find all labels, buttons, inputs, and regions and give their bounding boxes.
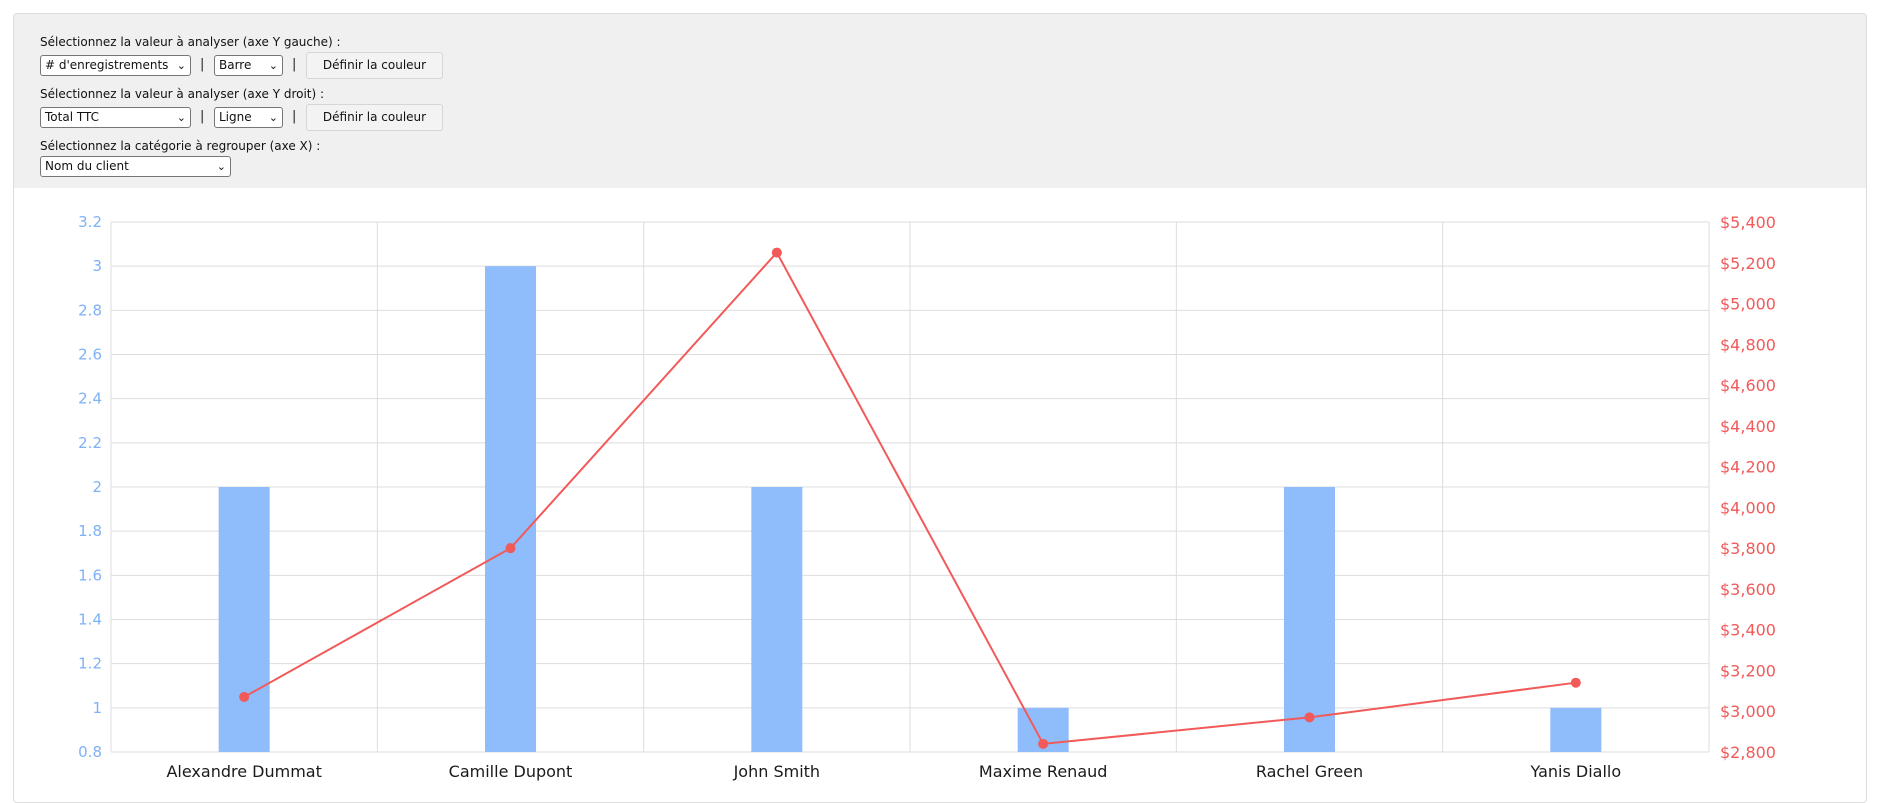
x-axis: Alexandre Dummat Camille Dupont John Smith… bbox=[166, 762, 1621, 781]
bar bbox=[1550, 707, 1602, 752]
grid bbox=[110, 221, 1710, 753]
right-tick-label: $4,600 bbox=[1720, 376, 1776, 395]
left-tick-label: 2 bbox=[92, 478, 102, 496]
left-tick-label: 2.6 bbox=[78, 346, 102, 364]
right-tick-label: $3,000 bbox=[1720, 702, 1776, 721]
right-tick-label: $3,800 bbox=[1720, 539, 1776, 558]
left-tick-label: 2.4 bbox=[78, 390, 102, 408]
line-point bbox=[1038, 738, 1049, 749]
right-tick-label: $4,800 bbox=[1720, 335, 1776, 354]
line-point bbox=[771, 247, 782, 258]
left-tick-label: 1.8 bbox=[78, 522, 102, 540]
left-tick-label: 1.2 bbox=[78, 655, 102, 673]
category-label: Alexandre Dummat bbox=[166, 762, 321, 781]
bar bbox=[485, 266, 536, 752]
left-tick-label: 0.8 bbox=[78, 743, 102, 761]
line-point bbox=[1304, 712, 1315, 723]
left-tick-label: 1 bbox=[92, 699, 102, 717]
combo-chart: 0.8 1 1.2 1.4 1.6 1.8 2 2.2 2.4 2.6 2.8 3 3.2 $2,800… bbox=[78, 213, 1776, 781]
bar bbox=[1284, 487, 1335, 752]
right-tick-label: $3,400 bbox=[1720, 621, 1776, 640]
category-label: John Smith bbox=[733, 762, 820, 781]
right-tick-label: $3,200 bbox=[1720, 661, 1776, 680]
right-tick-label: $5,200 bbox=[1720, 254, 1776, 273]
right-axis: $2,800 $3,000 $3,200 $3,400 $3,600 $3,800 $4,0… bbox=[1720, 213, 1776, 762]
category-label: Maxime Renaud bbox=[979, 762, 1108, 781]
left-tick-label: 1.6 bbox=[78, 566, 102, 584]
left-tick-label: 3.2 bbox=[78, 213, 102, 231]
left-tick-label: 2.8 bbox=[78, 301, 102, 319]
left-axis: 0.8 1 1.2 1.4 1.6 1.8 2 2.2 2.4 2.6 2.8 3 3.2 bbox=[78, 213, 102, 761]
right-tick-label: $3,600 bbox=[1720, 580, 1776, 599]
left-tick-label: 3 bbox=[92, 257, 102, 275]
right-tick-label: $2,800 bbox=[1720, 743, 1776, 762]
right-tick-label: $4,000 bbox=[1720, 498, 1776, 517]
bar bbox=[751, 487, 803, 752]
right-tick-label: $5,000 bbox=[1720, 295, 1776, 314]
left-tick-label: 2.2 bbox=[78, 434, 102, 452]
bar bbox=[218, 487, 270, 752]
category-label: Yanis Diallo bbox=[1530, 762, 1622, 781]
line-point bbox=[1570, 677, 1581, 688]
left-tick-label: 1.4 bbox=[78, 611, 102, 629]
right-tick-label: $4,200 bbox=[1720, 458, 1776, 477]
line-point bbox=[505, 543, 516, 554]
category-label: Camille Dupont bbox=[449, 762, 573, 781]
right-tick-label: $5,400 bbox=[1720, 213, 1776, 232]
category-label: Rachel Green bbox=[1256, 762, 1363, 781]
right-tick-label: $4,400 bbox=[1720, 417, 1776, 436]
line-point bbox=[239, 691, 250, 702]
